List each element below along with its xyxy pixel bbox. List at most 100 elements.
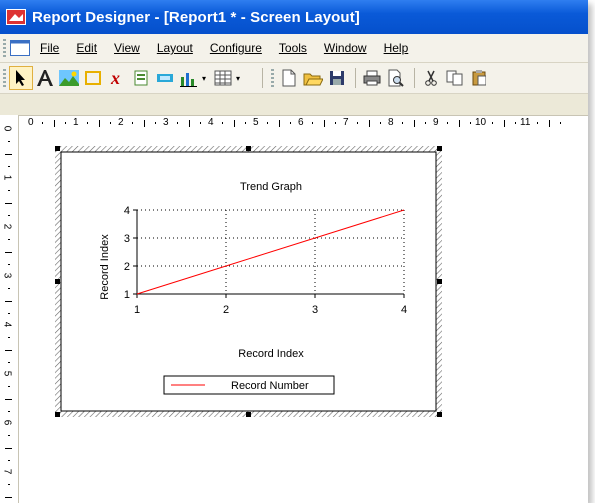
ruler-tick	[53, 120, 55, 127]
formula-tool-icon[interactable]: x	[106, 67, 128, 89]
design-canvas[interactable]: Trend Graph Record Index Record Index 1 2…	[19, 131, 588, 503]
ruler-tick	[87, 122, 89, 124]
ruler-tick	[8, 239, 10, 241]
ruler-label-h: 4	[208, 117, 214, 128]
y-axis-label: Record Index	[99, 234, 111, 300]
save-icon[interactable]	[326, 67, 348, 89]
ruler-tick	[8, 141, 10, 143]
y-tick-label: 4	[124, 205, 130, 217]
table-dropdown-arrow-icon[interactable]: ▾	[236, 74, 240, 83]
chart-object-frame[interactable]: Trend Graph Record Index Record Index 1 2…	[55, 146, 442, 417]
text-tool-icon[interactable]	[34, 67, 56, 89]
pointer-icon[interactable]	[9, 66, 33, 90]
print-preview-icon[interactable]	[385, 67, 407, 89]
ruler-tick	[222, 122, 224, 124]
ruler-tick	[64, 122, 66, 124]
horizontal-ruler[interactable]: 0 1 2 3 4 5 6 7 8 9 10 11	[19, 115, 588, 132]
ruler-tick	[8, 410, 10, 412]
ruler-tick	[177, 122, 179, 124]
menu-configure[interactable]: Configure	[210, 41, 262, 55]
y-tick-label: 2	[124, 261, 130, 273]
legend-entry-label: Record Number	[231, 380, 309, 392]
cut-icon[interactable]	[420, 67, 442, 89]
chart-title: Trend Graph	[240, 181, 302, 193]
y-tick-label: 1	[124, 289, 130, 301]
menu-edit[interactable]: Edit	[76, 41, 97, 55]
menu-help[interactable]: Help	[384, 41, 409, 55]
ruler-tick	[8, 435, 10, 437]
resize-handle-bottom[interactable]	[246, 412, 251, 417]
ruler-label-h: 5	[253, 117, 259, 128]
menu-view[interactable]: View	[114, 41, 140, 55]
menu-file[interactable]: File	[40, 41, 59, 55]
x-tick-label: 1	[134, 304, 140, 316]
menu-window[interactable]: Window	[324, 41, 367, 55]
toolbar-grip[interactable]	[3, 69, 6, 87]
image-tool-icon[interactable]	[58, 67, 80, 89]
ruler-tick	[357, 122, 359, 124]
barcode-tool-icon[interactable]	[154, 67, 176, 89]
ruler-tick	[8, 361, 10, 363]
ruler-tick	[503, 120, 505, 127]
ruler-tick	[5, 153, 12, 155]
chart-dropdown-arrow-icon[interactable]: ▾	[202, 74, 206, 83]
ruler-label-v: 6	[1, 419, 13, 426]
paste-icon[interactable]	[468, 67, 490, 89]
menu-tools[interactable]: Tools	[279, 41, 307, 55]
ruler-label-v: 2	[1, 223, 13, 230]
toolbar2-grip[interactable]	[271, 69, 275, 87]
ruler-tick	[5, 300, 12, 302]
ruler-strip	[0, 94, 588, 115]
ruler-label-v: 1	[1, 174, 13, 181]
ruler-tick	[267, 122, 269, 124]
ruler-label-h: 3	[163, 117, 169, 128]
menu-help-label: Help	[383, 41, 409, 55]
x-axis-label: Record Index	[238, 348, 304, 360]
ruler-label-h: 9	[433, 117, 439, 128]
open-folder-icon[interactable]	[302, 67, 324, 89]
ruler-label-v: 0	[1, 125, 13, 132]
ruler-tick	[132, 122, 134, 124]
ruler-tick	[424, 122, 426, 124]
menu-layout[interactable]: Layout	[157, 41, 193, 55]
table-tool-icon[interactable]	[212, 67, 234, 89]
menu-window-label: Window	[323, 41, 367, 55]
trend-graph-chart[interactable]: Trend Graph Record Index Record Index 1 2…	[55, 146, 442, 417]
ruler-label-v: 7	[1, 468, 13, 475]
menu-bar: File Edit View Layout Configure Tools Wi…	[0, 34, 588, 63]
resize-handle-top[interactable]	[246, 146, 251, 151]
ruler-label-h: 11	[520, 117, 531, 128]
ruler-label-v: 4	[1, 321, 13, 328]
resize-handle-bottom-left[interactable]	[55, 412, 60, 417]
ruler-tick	[548, 120, 550, 127]
ruler-tick	[402, 122, 404, 124]
resize-handle-top-right[interactable]	[437, 146, 442, 151]
ruler-tick	[5, 251, 12, 253]
ruler-tick	[8, 165, 10, 167]
x-tick-label: 4	[401, 304, 407, 316]
resize-handle-left[interactable]	[55, 279, 60, 284]
ruler-tick	[154, 122, 156, 124]
ruler-tick	[413, 120, 415, 127]
title-bar[interactable]: Report Designer - [Report1 * - Screen La…	[0, 0, 588, 34]
chart-tool-icon[interactable]	[178, 67, 200, 89]
rectangle-tool-icon[interactable]	[82, 67, 104, 89]
ruler-tick	[8, 386, 10, 388]
document-window-icon[interactable]	[10, 40, 30, 56]
print-icon[interactable]	[361, 67, 383, 89]
ruler-tick	[8, 214, 10, 216]
resize-handle-top-left[interactable]	[55, 146, 60, 151]
ruler-tick	[8, 459, 10, 461]
field-tool-icon[interactable]	[130, 67, 152, 89]
menubar-grip[interactable]	[3, 39, 6, 57]
vertical-ruler[interactable]: 0 1 2 3 4 5 6 7	[0, 115, 19, 503]
copy-icon[interactable]	[444, 67, 466, 89]
menu-edit-label: Edit	[76, 41, 98, 55]
resize-handle-bottom-right[interactable]	[437, 412, 442, 417]
ruler-tick	[537, 122, 539, 124]
new-document-icon[interactable]	[278, 67, 300, 89]
menu-tools-label: Tools	[278, 41, 307, 55]
app-icon	[6, 9, 26, 25]
resize-handle-right[interactable]	[437, 279, 442, 284]
ruler-tick	[98, 120, 100, 127]
